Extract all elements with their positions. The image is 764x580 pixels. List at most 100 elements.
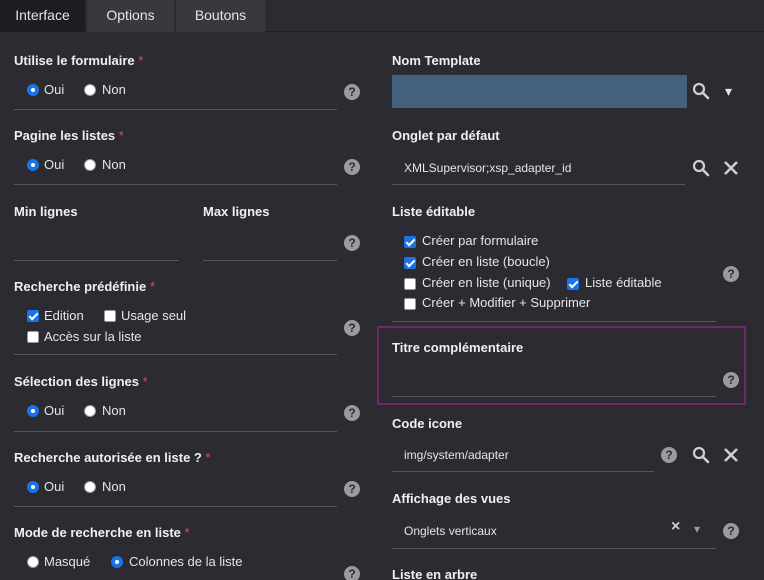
selection-lignes-non-label: Non — [102, 403, 126, 418]
required-marker: * — [149, 279, 155, 294]
pagine-listes-oui-radio[interactable] — [27, 159, 39, 171]
chevron-down-icon[interactable]: ▾ — [725, 83, 732, 100]
recherche-predefinie-label-text: Recherche prédéfinie — [14, 279, 147, 294]
divider — [14, 354, 337, 355]
usage-seul-label: Usage seul — [121, 308, 187, 323]
help-icon[interactable]: ? — [344, 235, 360, 251]
affichage-vues-underline — [392, 548, 716, 549]
help-icon[interactable]: ? — [344, 566, 360, 580]
utilise-formulaire-label-text: Utilise le formulaire — [14, 53, 135, 68]
code-icone-label: Code icone — [392, 416, 463, 431]
help-icon[interactable]: ? — [344, 320, 360, 336]
tab-interface[interactable]: Interface — [0, 0, 86, 32]
recherche-autorisee-non-radio[interactable] — [84, 481, 96, 493]
liste-editable-checkbox[interactable] — [567, 278, 579, 290]
min-lignes-label: Min lignes — [14, 204, 78, 219]
divider — [14, 431, 337, 432]
tab-boutons[interactable]: Boutons — [176, 0, 266, 32]
required-marker: * — [205, 450, 211, 465]
selection-lignes-label-text: Sélection des lignes — [14, 374, 139, 389]
onglet-defaut-label: Onglet par défaut — [392, 128, 500, 143]
utilise-formulaire-label: Utilise le formulaire * — [14, 53, 143, 68]
creer-boucle-checkbox[interactable] — [404, 257, 416, 269]
edition-checkbox[interactable] — [27, 310, 39, 322]
nom-template-input[interactable] — [392, 75, 687, 108]
close-icon[interactable] — [722, 446, 740, 464]
affichage-vues-label: Affichage des vues — [392, 491, 511, 506]
liste-editable-label: Liste éditable — [392, 204, 476, 219]
recherche-autorisee-non-label: Non — [102, 479, 126, 494]
recherche-autorisee-label-text: Recherche autorisée en liste ? — [14, 450, 202, 465]
utilise-formulaire-non-label: Non — [102, 82, 126, 97]
utilise-formulaire-oui-radio[interactable] — [27, 84, 39, 96]
search-icon[interactable] — [692, 159, 710, 177]
selection-lignes-label: Sélection des lignes * — [14, 374, 148, 389]
divider — [14, 506, 337, 507]
divider — [392, 321, 716, 322]
help-icon[interactable]: ? — [344, 159, 360, 175]
divider — [14, 109, 337, 110]
code-icone-value[interactable]: img/system/adapter — [404, 448, 509, 462]
help-icon[interactable]: ? — [661, 447, 677, 463]
help-icon[interactable]: ? — [723, 372, 739, 388]
divider — [14, 184, 337, 185]
required-marker: * — [138, 53, 144, 68]
search-icon[interactable] — [692, 82, 710, 100]
liste-arbre-label: Liste en arbre — [392, 567, 478, 580]
creer-modifier-supprimer-checkbox[interactable] — [404, 298, 416, 310]
tab-bar: Interface Options Boutons — [0, 0, 764, 32]
mode-colonnes-radio[interactable] — [111, 556, 123, 568]
pagine-listes-oui-label: Oui — [44, 157, 65, 172]
search-icon[interactable] — [692, 446, 710, 464]
required-marker: * — [118, 128, 124, 143]
acces-liste-label: Accès sur la liste — [44, 329, 142, 344]
required-marker: * — [142, 374, 148, 389]
edition-label: Edition — [44, 308, 84, 323]
help-icon[interactable]: ? — [344, 405, 360, 421]
onglet-defaut-underline — [392, 184, 685, 185]
code-icone-underline — [392, 471, 654, 472]
help-icon[interactable]: ? — [344, 84, 360, 100]
selection-lignes-oui-radio[interactable] — [27, 405, 39, 417]
mode-recherche-label-text: Mode de recherche en liste — [14, 525, 181, 540]
recherche-autorisee-oui-label: Oui — [44, 479, 65, 494]
clear-icon[interactable]: × — [671, 518, 680, 536]
usage-seul-checkbox[interactable] — [104, 310, 116, 322]
utilise-formulaire-non-radio[interactable] — [84, 84, 96, 96]
focus-highlight — [377, 326, 746, 405]
pagine-listes-non-label: Non — [102, 157, 126, 172]
creer-modifier-supprimer-label: Créer + Modifier + Supprimer — [422, 295, 591, 310]
help-icon[interactable]: ? — [723, 266, 739, 282]
mode-masque-label: Masqué — [44, 554, 91, 569]
onglet-defaut-value[interactable]: XMLSupervisor;xsp_adapter_id — [404, 161, 571, 175]
pagine-listes-label-text: Pagine les listes — [14, 128, 116, 143]
recherche-autorisee-oui-radio[interactable] — [27, 481, 39, 493]
mode-recherche-label: Mode de recherche en liste * — [14, 525, 190, 540]
creer-unique-checkbox[interactable] — [404, 278, 416, 290]
creer-unique-label: Créer en liste (unique) — [422, 275, 551, 290]
selection-lignes-non-radio[interactable] — [84, 405, 96, 417]
nom-template-label: Nom Template — [392, 53, 481, 68]
titre-complementaire-label: Titre complémentaire — [392, 340, 524, 355]
required-marker: * — [184, 525, 190, 540]
titre-complementaire-input[interactable] — [392, 396, 716, 397]
mode-masque-radio[interactable] — [27, 556, 39, 568]
liste-editable-option-label: Liste éditable — [585, 275, 662, 290]
max-lignes-input[interactable] — [203, 260, 337, 261]
pagine-listes-label: Pagine les listes * — [14, 128, 124, 143]
help-icon[interactable]: ? — [344, 481, 360, 497]
acces-liste-checkbox[interactable] — [27, 331, 39, 343]
creer-boucle-label: Créer en liste (boucle) — [422, 254, 550, 269]
recherche-autorisee-label: Recherche autorisée en liste ? * — [14, 450, 211, 465]
recherche-predefinie-label: Recherche prédéfinie * — [14, 279, 155, 294]
creer-formulaire-checkbox[interactable] — [404, 236, 416, 248]
help-icon[interactable]: ? — [723, 523, 739, 539]
pagine-listes-non-radio[interactable] — [84, 159, 96, 171]
close-icon[interactable] — [722, 159, 740, 177]
chevron-down-icon[interactable]: ▾ — [694, 522, 700, 536]
max-lignes-label: Max lignes — [203, 204, 270, 219]
tab-options[interactable]: Options — [87, 0, 175, 32]
min-lignes-input[interactable] — [14, 260, 179, 261]
affichage-vues-value[interactable]: Onglets verticaux — [404, 524, 497, 538]
selection-lignes-oui-label: Oui — [44, 403, 65, 418]
